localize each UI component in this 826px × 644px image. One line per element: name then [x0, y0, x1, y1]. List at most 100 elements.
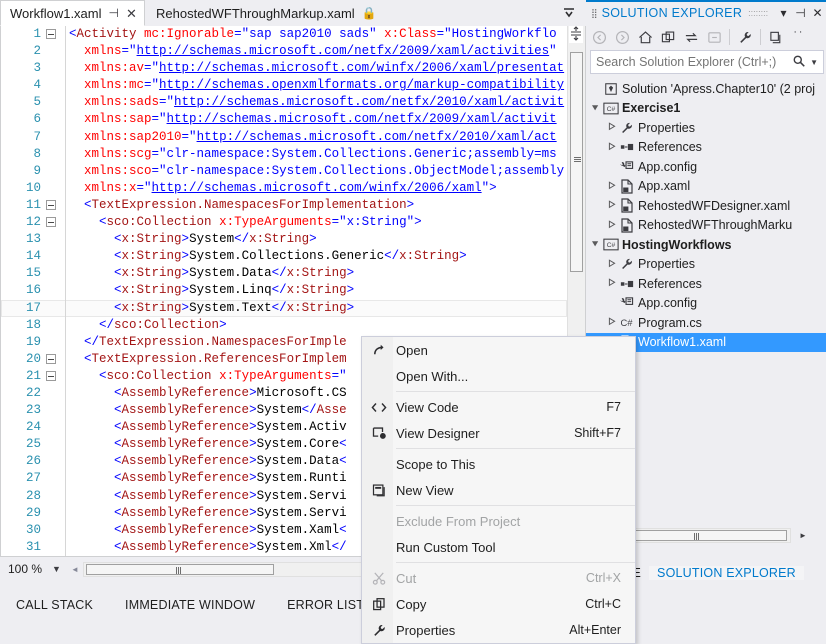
expander-collapsed-icon[interactable]: [606, 278, 617, 289]
code-line[interactable]: 13 <x:String>System</x:String>: [1, 231, 567, 248]
back-arrow-icon[interactable]: [588, 26, 610, 48]
close-icon[interactable]: ✕: [126, 7, 137, 20]
code-line[interactable]: 2 xmlns="http://schemas.microsoft.com/ne…: [1, 43, 567, 60]
expander-collapsed-icon[interactable]: [606, 200, 617, 211]
fold-collapse-icon[interactable]: [46, 29, 56, 39]
editor-tab-workflow1[interactable]: Workflow1.xaml ⊣ ✕: [0, 0, 145, 26]
code-line[interactable]: 18 </sco:Collection>: [1, 317, 567, 334]
hscroll-right-arrow-icon[interactable]: ►: [799, 531, 807, 540]
tree-item-rehostedwfdesigner-xaml[interactable]: RehostedWFDesigner.xaml: [586, 196, 826, 216]
menu-item-view-code[interactable]: View CodeF7: [362, 394, 635, 420]
menu-item-open-with[interactable]: Open With...: [362, 363, 635, 389]
expander-collapsed-icon[interactable]: [606, 259, 617, 270]
fold-collapse-icon[interactable]: [46, 200, 56, 210]
tree-item-app-config[interactable]: App.config: [586, 294, 826, 314]
code-line[interactable]: 4 xmlns:mc="http://schemas.openxmlformat…: [1, 77, 567, 94]
zoom-chevron-down-icon[interactable]: ▼: [52, 564, 61, 574]
drag-grip-icon[interactable]: ⣿: [591, 8, 598, 19]
search-icon[interactable]: [788, 54, 810, 71]
pin-icon[interactable]: ⊣: [109, 7, 119, 19]
expander-collapsed-icon[interactable]: [606, 317, 617, 328]
expander-collapsed-icon[interactable]: [606, 220, 617, 231]
expander-expanded-icon[interactable]: [590, 103, 601, 114]
code-line[interactable]: 6 xmlns:sap="http://schemas.microsoft.co…: [1, 111, 567, 128]
code-line[interactable]: 9 xmlns:sco="clr-namespace:System.Collec…: [1, 163, 567, 180]
indent-guide: [65, 231, 66, 248]
menu-item-label: Exclude From Project: [396, 514, 621, 529]
code-line[interactable]: 3 xmlns:av="http://schemas.microsoft.com…: [1, 60, 567, 77]
tree-item-app-config[interactable]: App.config: [586, 157, 826, 177]
tree-item-references[interactable]: References: [586, 138, 826, 158]
editor-tab-label: Workflow1.xaml: [10, 6, 102, 21]
tree-item-exercise1[interactable]: C#Exercise1: [586, 99, 826, 119]
tree-item-references[interactable]: References: [586, 274, 826, 294]
code-line[interactable]: 14 <x:String>System.Collections.Generic<…: [1, 248, 567, 265]
zoom-control[interactable]: 100 % ▼: [0, 562, 61, 576]
expander-collapsed-icon[interactable]: [606, 142, 617, 153]
menu-item-scope-to-this[interactable]: Scope to This: [362, 451, 635, 477]
menu-item-open[interactable]: Open: [362, 337, 635, 363]
indent-guide: [65, 129, 66, 146]
code-line[interactable]: 11 <TextExpression.NamespacesForImplemen…: [1, 197, 567, 214]
tree-item-properties[interactable]: Properties: [586, 255, 826, 275]
code-line[interactable]: 12 <sco:Collection x:TypeArguments="x:St…: [1, 214, 567, 231]
sync-with-active-document-icon[interactable]: [680, 26, 702, 48]
menu-item-run-custom-tool[interactable]: Run Custom Tool: [362, 534, 635, 560]
forward-arrow-icon[interactable]: [611, 26, 633, 48]
search-input[interactable]: [591, 54, 788, 70]
editor-tab-rehostedwfthroughmarkup[interactable]: RehostedWFThroughMarkup.xaml 🔒: [147, 0, 384, 26]
code-text: <AssemblyReference>System.Runti: [69, 470, 347, 487]
tree-item-properties[interactable]: Properties: [586, 118, 826, 138]
menu-item-view-designer[interactable]: View DesignerShift+F7: [362, 420, 635, 446]
panel-chevron-down-icon[interactable]: ▾: [775, 6, 792, 20]
pending-changes-icon[interactable]: [657, 26, 679, 48]
tree-item-hostingworkflows[interactable]: C#HostingWorkflows: [586, 235, 826, 255]
expander-expanded-icon[interactable]: [590, 239, 601, 250]
menu-item-copy[interactable]: CopyCtrl+C: [362, 591, 635, 617]
code-line[interactable]: 10 xmlns:x="http://schemas.microsoft.com…: [1, 180, 567, 197]
dock-tab-solution-explorer[interactable]: SOLUTION EXPLORER: [649, 566, 804, 580]
overflow-ellipsis-icon[interactable]: ˙˙: [788, 26, 810, 48]
code-line[interactable]: 16 <x:String>System.Linq</x:String>: [1, 282, 567, 299]
vertical-scroll-thumb[interactable]: [570, 52, 583, 272]
fold-collapse-icon[interactable]: [46, 217, 56, 227]
dock-tab-call-stack[interactable]: CALL STACK: [0, 598, 109, 612]
csharp-project-icon: C#: [601, 102, 620, 115]
horizontal-scroll-thumb[interactable]: [86, 564, 274, 575]
home-icon[interactable]: [634, 26, 656, 48]
hscroll-left-arrow-icon[interactable]: ◄: [71, 565, 79, 574]
tree-item-program-cs[interactable]: C#Program.cs: [586, 313, 826, 333]
code-line[interactable]: 17 <x:String>System.Text</x:String>: [1, 300, 567, 317]
panel-close-icon[interactable]: ✕: [809, 6, 826, 20]
fold-collapse-icon[interactable]: [46, 371, 56, 381]
tree-item-solution-apress-chapter10-2-proj[interactable]: Solution 'Apress.Chapter10' (2 proj: [586, 79, 826, 99]
tree-item-rehostedwfthroughmarku[interactable]: RehostedWFThroughMarku: [586, 216, 826, 236]
code-text: <Activity mc:Ignorable="sap sap2010 sads…: [69, 26, 557, 43]
menu-item-new-view[interactable]: New View: [362, 477, 635, 503]
split-view-icon[interactable]: [569, 26, 583, 43]
tree-item-app-xaml[interactable]: App.xaml: [586, 177, 826, 197]
search-box[interactable]: ▼: [590, 50, 824, 74]
code-line[interactable]: 1<Activity mc:Ignorable="sap sap2010 sad…: [1, 26, 567, 43]
show-all-files-icon[interactable]: [765, 26, 787, 48]
search-chevron-down-icon[interactable]: ▼: [810, 58, 823, 67]
expander-collapsed-icon[interactable]: [606, 122, 617, 133]
tree-item-label: References: [636, 277, 702, 291]
code-text: <x:String>System.Collections.Generic</x:…: [69, 248, 467, 265]
code-line[interactable]: 8 xmlns:scg="clr-namespace:System.Collec…: [1, 146, 567, 163]
expander-collapsed-icon[interactable]: [606, 181, 617, 192]
fold-collapse-icon[interactable]: [46, 354, 56, 364]
properties-wrench-icon[interactable]: [734, 26, 756, 48]
panel-pin-icon[interactable]: ⊣: [792, 6, 809, 20]
code-line[interactable]: 5 xmlns:sads="http://schemas.microsoft.c…: [1, 94, 567, 111]
dock-tab-immediate-window[interactable]: IMMEDIATE WINDOW: [109, 598, 271, 612]
copy-icon: [362, 597, 396, 612]
editor-tab-label: RehostedWFThroughMarkup.xaml: [156, 6, 355, 21]
tree-item-label: HostingWorkflows: [620, 238, 732, 252]
tab-overflow-chevron-down-icon[interactable]: [561, 5, 577, 21]
refresh-icon[interactable]: [703, 26, 725, 48]
code-line[interactable]: 15 <x:String>System.Data</x:String>: [1, 265, 567, 282]
context-menu[interactable]: OpenOpen With... View CodeF7View Designer…: [361, 336, 636, 644]
code-line[interactable]: 7 xmlns:sap2010="http://schemas.microsof…: [1, 129, 567, 146]
csharp-file-icon: C#: [617, 316, 636, 329]
